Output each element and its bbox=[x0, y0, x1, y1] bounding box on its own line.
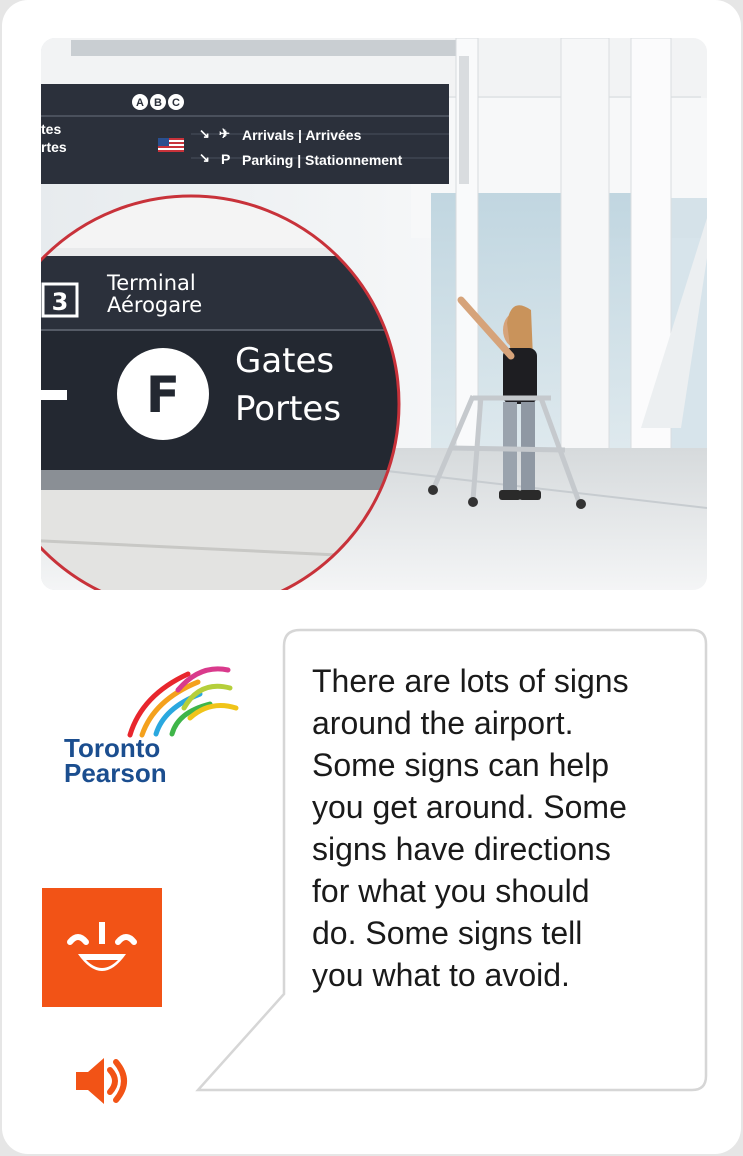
smiling-face-icon bbox=[67, 922, 137, 971]
gate-letter-text: F bbox=[146, 366, 180, 424]
logo-line-pearson: Pearson bbox=[64, 758, 167, 788]
terminal-number-text: 3 bbox=[52, 288, 69, 316]
speaker-icon bbox=[76, 1058, 127, 1104]
arrivals-sign-text: Arrivals | Arrivées bbox=[242, 127, 362, 143]
plane-landing-icon: ✈ bbox=[219, 126, 230, 141]
down-right-arrow-icon-2: ↘ bbox=[199, 150, 210, 165]
partial-sign-text-1: tes bbox=[41, 121, 61, 137]
airport-illustration: A B C tes rtes ↘ ✈ Arrivals | Arrivées ↘… bbox=[41, 38, 707, 590]
terminal-letter-b: B bbox=[154, 97, 162, 109]
airport-photo: A B C tes rtes ↘ ✈ Arrivals | Arrivées ↘… bbox=[41, 38, 707, 590]
overhead-direction-sign: A B C tes rtes ↘ ✈ Arrivals | Arrivées ↘… bbox=[41, 84, 449, 184]
terminal-fr-text: Aérogare bbox=[107, 293, 202, 317]
story-card: A B C tes rtes ↘ ✈ Arrivals | Arrivées ↘… bbox=[2, 0, 741, 1154]
terminal-letter-a: A bbox=[136, 97, 144, 109]
app-icon-tile[interactable] bbox=[42, 888, 162, 1007]
partial-sign-text-2: rtes bbox=[41, 139, 67, 155]
left-arrow-icon bbox=[41, 390, 67, 400]
gates-fr-text: Portes bbox=[235, 389, 341, 429]
gates-en-text: Gates bbox=[235, 341, 334, 381]
message-text: There are lots of signs around the airpo… bbox=[312, 663, 629, 993]
terminal-en-text: Terminal bbox=[106, 271, 196, 295]
parking-sign-text: Parking | Stationnement bbox=[242, 152, 403, 168]
logo-wordmark: Toronto Pearson bbox=[64, 735, 167, 788]
terminal-letter-c: C bbox=[172, 97, 180, 109]
down-right-arrow-icon: ↘ bbox=[199, 126, 210, 141]
speaker-button[interactable] bbox=[72, 1052, 134, 1110]
parking-p-text: P bbox=[221, 151, 230, 167]
